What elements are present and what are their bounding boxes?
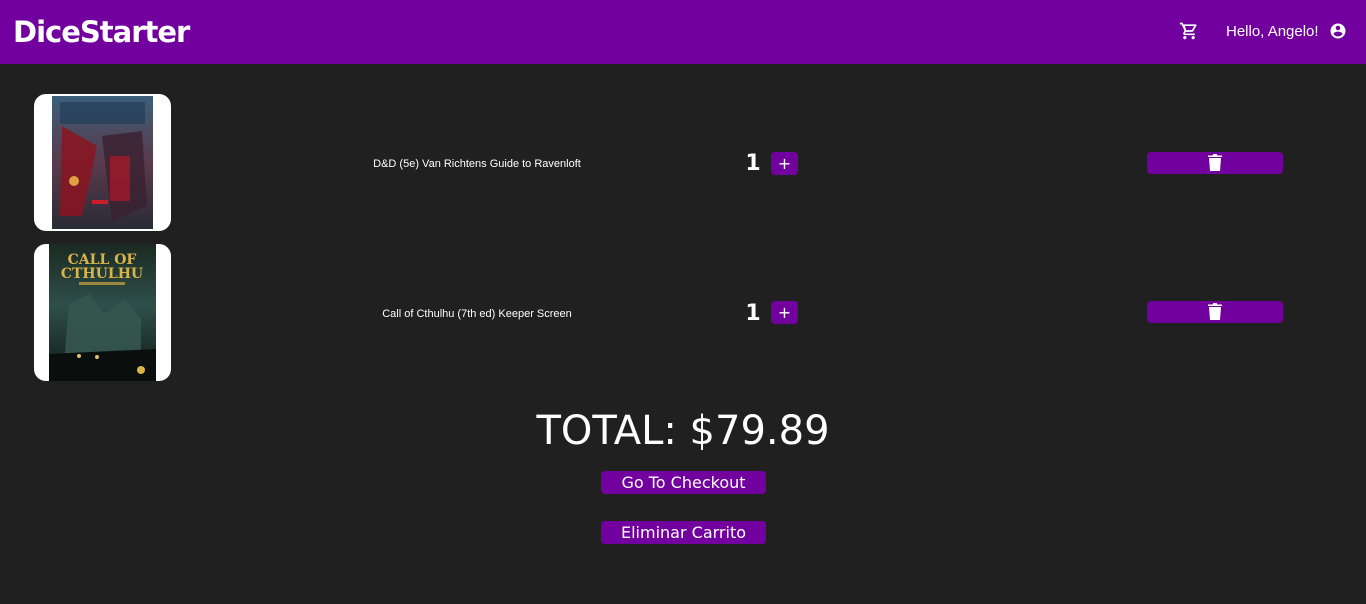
increment-quantity-button[interactable]: + [771,152,798,175]
product-image-ravenloft [34,94,171,231]
user-greeting: Hello, Angelo! [1226,23,1319,40]
checkout-button[interactable]: Go To Checkout [601,471,766,494]
brand-logo[interactable]: DiceStarter [13,13,190,51]
cart-item-name: D&D (5e) Van Richtens Guide to Ravenloft [373,158,581,170]
product-image-cthulhu: CALL OF CTHULHU [34,244,171,381]
cart-item-quantity: 1 [745,301,761,326]
cart-total: TOTAL: $79.89 [536,408,830,454]
remove-item-button[interactable] [1147,301,1283,323]
cart-item-name: Call of Cthulhu (7th ed) Keeper Screen [382,308,572,320]
increment-quantity-button[interactable]: + [771,301,798,324]
ravenloft-cover-art [52,96,153,229]
clear-cart-button[interactable]: Eliminar Carrito [601,521,766,544]
cart-item-quantity: 1 [745,151,761,176]
navbar: DiceStarter Hello, Angelo! [0,0,1366,64]
trash-icon [1208,154,1222,171]
svg-text:CTHULHU: CTHULHU [61,266,143,282]
shopping-cart-icon[interactable] [1179,21,1199,41]
cthulhu-cover-art: CALL OF CTHULHU [49,244,156,381]
trash-icon [1208,303,1222,320]
remove-item-button[interactable] [1147,152,1283,174]
account-circle-icon[interactable] [1329,22,1347,40]
